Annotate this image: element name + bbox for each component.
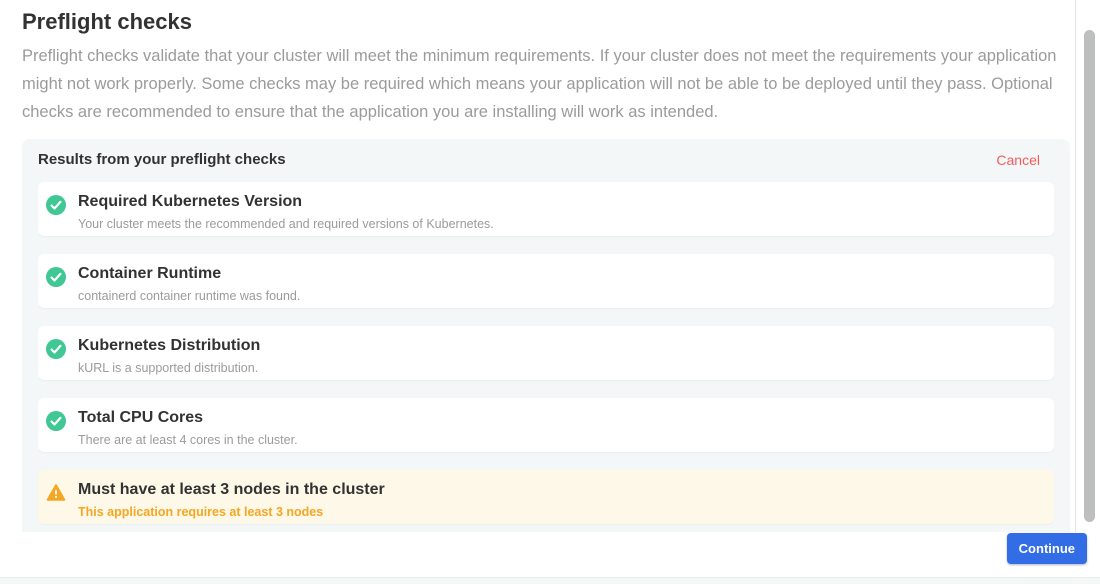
results-heading: Results from your preflight checks (38, 151, 286, 168)
bottom-strip (0, 577, 1100, 584)
check-row: Required Kubernetes Version Your cluster… (38, 182, 1054, 236)
warning-triangle-icon (46, 483, 66, 503)
check-message: This application requires at least 3 nod… (78, 505, 385, 519)
check-title: Total CPU Cores (78, 408, 298, 427)
check-message: Your cluster meets the recommended and r… (78, 217, 494, 231)
check-row: Container Runtime containerd container r… (38, 254, 1054, 308)
check-title: Container Runtime (78, 264, 300, 283)
checks-list: Required Kubernetes Version Your cluster… (38, 182, 1054, 524)
check-message: kURL is a supported distribution. (78, 361, 260, 375)
check-message: There are at least 4 cores in the cluste… (78, 433, 298, 447)
check-title: Must have at least 3 nodes in the cluste… (78, 480, 385, 499)
check-row: Kubernetes Distribution kURL is a suppor… (38, 326, 1054, 380)
page-description: Preflight checks validate that your clus… (22, 42, 1057, 126)
check-text: Container Runtime containerd container r… (78, 264, 300, 303)
check-row: Total CPU Cores There are at least 4 cor… (38, 398, 1054, 452)
check-circle-icon (46, 339, 66, 359)
check-title: Required Kubernetes Version (78, 192, 494, 211)
vertical-scrollbar-thumb[interactable] (1084, 30, 1095, 522)
check-text: Required Kubernetes Version Your cluster… (78, 192, 494, 231)
check-text: Kubernetes Distribution kURL is a suppor… (78, 336, 260, 375)
check-row: Must have at least 3 nodes in the cluste… (38, 470, 1054, 524)
results-panel: Results from your preflight checks Cance… (22, 139, 1070, 532)
continue-button[interactable]: Continue (1007, 533, 1087, 564)
footer-bar: Continue (0, 532, 1100, 577)
check-message: containerd container runtime was found. (78, 289, 300, 303)
check-circle-icon (46, 411, 66, 431)
check-circle-icon (46, 267, 66, 287)
check-text: Total CPU Cores There are at least 4 cor… (78, 408, 298, 447)
scroll-content: Preflight checks Preflight checks valida… (0, 0, 1076, 532)
cancel-link[interactable]: Cancel (996, 152, 1040, 168)
check-text: Must have at least 3 nodes in the cluste… (78, 480, 385, 519)
check-circle-icon (46, 195, 66, 215)
results-panel-header: Results from your preflight checks Cance… (38, 151, 1054, 168)
page-title: Preflight checks (22, 9, 1075, 35)
check-title: Kubernetes Distribution (78, 336, 260, 355)
